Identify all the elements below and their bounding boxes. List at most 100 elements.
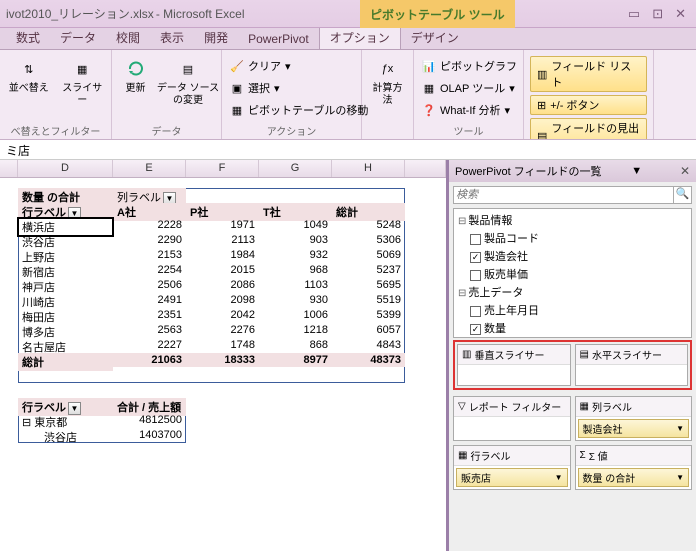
pivot-value: 5237 — [332, 263, 405, 277]
column-headers[interactable]: DEFGH — [0, 160, 446, 178]
zone-vslicer[interactable]: ▥垂直スライサー — [458, 345, 570, 365]
tab-データ[interactable]: データ — [50, 26, 106, 49]
pivot-value: 4843 — [332, 338, 405, 352]
whatif-button[interactable]: ❓What-If 分析 ▾ — [420, 101, 519, 119]
pivot-value: 2228 — [113, 218, 186, 232]
field-group[interactable]: 売上データ — [456, 283, 689, 301]
pivot-value: 868 — [259, 338, 332, 352]
field-item[interactable]: 製品コード — [456, 229, 689, 247]
tab-数式[interactable]: 数式 — [6, 26, 50, 49]
zone-values[interactable]: ΣΣ 値 — [576, 446, 692, 466]
pivot-value: 1748 — [186, 338, 259, 352]
pivot-value: 2290 — [113, 233, 186, 247]
pivot-value: 2351 — [113, 308, 186, 322]
file-name: ivot2010_リレーション.xlsx — [6, 5, 154, 22]
zone-hslicer[interactable]: ▤水平スライサー — [576, 345, 688, 365]
pivot2-row-label: 渋谷店 — [18, 428, 113, 446]
field-item[interactable]: 売上年月日 — [456, 301, 689, 319]
pivot-value: 1218 — [259, 323, 332, 337]
tab-校閲[interactable]: 校閲 — [106, 26, 150, 49]
app-name: - Microsoft Excel — [156, 7, 245, 21]
zone-col-labels[interactable]: ▦列ラベル — [576, 397, 692, 417]
tab-開発[interactable]: 開発 — [194, 26, 238, 49]
pm-button[interactable]: ⊞+/- ボタン — [530, 95, 647, 115]
refresh-button[interactable]: 更新 — [118, 53, 153, 95]
pivot-value: 903 — [259, 233, 332, 247]
field-item[interactable]: 製品コード — [456, 337, 689, 338]
pivot-total-label: 総計 — [18, 353, 113, 371]
pivot-value: 2015 — [186, 263, 259, 277]
pivot-value: 2491 — [113, 293, 186, 307]
pivot-value: 5695 — [332, 278, 405, 292]
tab-表示[interactable]: 表示 — [150, 26, 194, 49]
data-source-button[interactable]: ▤データ ソース の変更 — [161, 53, 215, 107]
pivot-value: 2227 — [113, 338, 186, 352]
pivot-value: 2276 — [186, 323, 259, 337]
pivot-value: 5399 — [332, 308, 405, 322]
col-header[interactable]: D — [18, 160, 113, 177]
pivot-total: 8977 — [259, 353, 332, 367]
pivot-value: 2153 — [113, 248, 186, 262]
col-header[interactable]: G — [259, 160, 332, 177]
calc-button[interactable]: ƒx計算方法 — [368, 53, 407, 107]
pivot-value: 5069 — [332, 248, 405, 262]
zone-report-filter[interactable]: ▽レポート フィルター — [454, 397, 570, 417]
maximize-icon[interactable]: ⊡ — [652, 6, 663, 22]
chip-row[interactable]: 販売店▼ — [456, 468, 568, 487]
pivot-chart-button[interactable]: 📊ピボットグラフ — [420, 57, 519, 75]
pivot-total: 48373 — [332, 353, 405, 367]
taskpane-header: PowerPivot フィールドの一覧 ▼ ✕ — [449, 160, 696, 182]
pivot-value: 2254 — [113, 263, 186, 277]
olap-button[interactable]: ▦OLAP ツール ▾ — [420, 79, 519, 97]
pivot-value: 2098 — [186, 293, 259, 307]
pivot-value: 2563 — [113, 323, 186, 337]
pivot-total: 18333 — [186, 353, 259, 367]
col-header[interactable]: F — [186, 160, 259, 177]
field-search-input[interactable] — [453, 186, 674, 204]
zone-row-labels[interactable]: ▦行ラベル — [454, 446, 570, 466]
field-list-button[interactable]: ▥フィールド リスト — [530, 56, 647, 92]
formula-bar[interactable]: ミ店 — [0, 140, 696, 160]
context-tab-label: ピボットテーブル ツール — [360, 0, 515, 28]
pivot-value: 5519 — [332, 293, 405, 307]
chip-val[interactable]: 数量 の合計▼ — [578, 468, 690, 487]
slicer-button[interactable]: ▦スライサー — [60, 53, 106, 107]
col-header[interactable]: E — [113, 160, 186, 177]
sort-button[interactable]: ⇅並べ替え — [6, 53, 52, 95]
minimize-icon[interactable]: ▭ — [628, 6, 640, 22]
pivot-value: 1006 — [259, 308, 332, 322]
field-tree[interactable]: 製品情報製品コード✓製造会社販売単価売上データ売上年月日✓数量製品コード✓販売店 — [453, 208, 692, 338]
search-icon[interactable]: 🔍 — [674, 186, 692, 204]
close-icon[interactable]: ✕ — [675, 6, 686, 22]
field-item[interactable]: ✓数量 — [456, 319, 689, 337]
clear-button[interactable]: 🧹クリア ▾ — [228, 57, 370, 75]
field-group[interactable]: 製品情報 — [456, 211, 689, 229]
pivot-value: 1984 — [186, 248, 259, 262]
tab-PowerPivot[interactable]: PowerPivot — [238, 29, 319, 49]
field-header-button[interactable]: ▤フィールドの見出し — [530, 118, 647, 140]
field-item[interactable]: ✓製造会社 — [456, 247, 689, 265]
pivot-value: 1103 — [259, 278, 332, 292]
pivot-value: 2506 — [113, 278, 186, 292]
pivot-value: 2086 — [186, 278, 259, 292]
pivot-value: 2113 — [186, 233, 259, 247]
chip-col[interactable]: 製造会社▼ — [578, 419, 690, 438]
pivot2-value: 4812500 — [113, 413, 186, 427]
pivot-value: 930 — [259, 293, 332, 307]
pivot2-value: 1403700 — [113, 428, 186, 442]
pivot-value: 2042 — [186, 308, 259, 322]
pivot-value: 932 — [259, 248, 332, 262]
field-item[interactable]: 販売単価 — [456, 265, 689, 283]
pivot-value: 6057 — [332, 323, 405, 337]
pivot-value: 1971 — [186, 218, 259, 232]
select-button[interactable]: ▣選択 ▾ — [228, 79, 370, 97]
move-pivot-button[interactable]: ▦ピボットテーブルの移動 — [228, 101, 370, 119]
taskpane-close-icon[interactable]: ✕ — [680, 164, 690, 178]
ribbon-tabs: 数式データ校閲表示開発PowerPivotオプションデザイン — [0, 28, 696, 50]
pivot-value: 1049 — [259, 218, 332, 232]
tab-オプション[interactable]: オプション — [319, 25, 401, 49]
col-header[interactable]: H — [332, 160, 405, 177]
pivot-value: 5248 — [332, 218, 405, 232]
tab-デザイン[interactable]: デザイン — [401, 26, 469, 49]
pivot-value: 5306 — [332, 233, 405, 247]
